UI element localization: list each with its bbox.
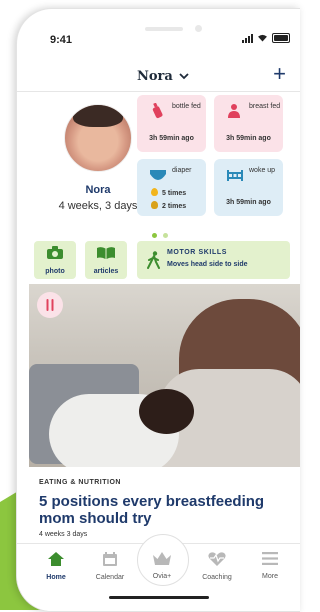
tile-label: woke up [249, 167, 276, 174]
tab-home-label: Home [46, 574, 66, 581]
diaper-counts: 5 times 2 times [151, 187, 186, 213]
home-icon [48, 552, 64, 566]
avatar [64, 104, 132, 172]
article-category: EATING & NUTRITION [39, 479, 121, 486]
breastfeeding-icon [228, 104, 240, 118]
tile-label: breast fed [249, 103, 281, 110]
menu-icon [262, 552, 278, 565]
tab-home[interactable]: Home [31, 552, 81, 581]
dirty-count-row: 2 times [151, 200, 186, 213]
tile-label: diaper [172, 167, 192, 174]
profile-age: 4 weeks, 3 days [58, 200, 138, 212]
milestone-title: MOTOR SKILLS [167, 249, 227, 256]
dirty-count: 2 times [162, 203, 187, 210]
status-bar: 9:41 [17, 9, 300, 57]
milestone-text: Moves head side to side [167, 261, 248, 268]
status-time: 9:41 [50, 34, 73, 46]
tab-coaching-label: Coaching [202, 574, 232, 581]
milestone-card[interactable]: MOTOR SKILLS Moves head side to side [137, 241, 290, 279]
tile-value: 3h 59min ago [226, 135, 271, 142]
tile-diaper[interactable]: diaper 5 times 2 times [137, 159, 206, 216]
tab-calendar-label: Calendar [95, 574, 125, 581]
tile-label: bottle fed [172, 103, 201, 110]
tile-woke-up[interactable]: woke up 3h 59min ago [214, 159, 283, 216]
camera-icon [47, 246, 63, 259]
tab-more[interactable]: More [245, 552, 295, 580]
article-title[interactable]: 5 positions every breastfeeding mom shou… [39, 493, 294, 527]
app-header: Nora + [17, 59, 300, 92]
tile-value: 3h 59min ago [149, 135, 194, 142]
tile-value: 3h 59min ago [226, 199, 271, 206]
carousel-dots[interactable] [152, 233, 168, 238]
tab-ovia-label: Ovia+ [152, 573, 172, 580]
crib-icon [227, 170, 243, 181]
wet-count-row: 5 times [151, 187, 186, 200]
tab-bar: Home Calendar Ovia+ Coaching More [17, 534, 300, 611]
baby-profile[interactable]: Nora 4 weeks, 3 days [45, 104, 151, 212]
carousel-dot-active[interactable] [152, 233, 157, 238]
category-utensils-icon[interactable] [37, 292, 63, 318]
crown-icon [153, 552, 171, 565]
articles-label: articles [93, 268, 119, 275]
dirty-icon [151, 201, 158, 209]
diaper-icon [150, 170, 166, 180]
chevron-down-icon [179, 73, 189, 80]
bottle-icon [152, 103, 163, 119]
add-button[interactable]: + [273, 63, 286, 85]
speaker-notch [145, 27, 183, 31]
wet-count: 5 times [162, 190, 187, 197]
tab-more-label: More [262, 573, 278, 580]
tab-coaching[interactable]: Coaching [192, 552, 242, 581]
baby-switcher-label: Nora [137, 69, 173, 84]
battery-icon [272, 33, 290, 43]
articles-button[interactable]: articles [85, 241, 127, 279]
phone-frame: 9:41 Nora + Nora 4 weeks, 3 days bottle … [16, 8, 300, 612]
heart-pulse-icon [208, 552, 226, 566]
article-age: 4 weeks 3 days [39, 531, 88, 538]
walking-figure-icon [147, 251, 160, 269]
tile-bottle-fed[interactable]: bottle fed 3h 59min ago [137, 95, 206, 152]
book-icon [97, 247, 115, 259]
home-indicator [109, 596, 209, 599]
tile-breast-fed[interactable]: breast fed 3h 59min ago [214, 95, 283, 152]
calendar-icon [103, 552, 117, 566]
profile-name: Nora [85, 184, 111, 196]
quick-actions: photo articles MOTOR SKILLS Moves head s… [29, 241, 290, 281]
photo-button[interactable]: photo [34, 241, 76, 279]
article-image[interactable] [29, 284, 300, 467]
tab-ovia-plus[interactable]: Ovia+ [137, 552, 187, 580]
baby-switcher[interactable]: Nora [137, 69, 189, 84]
status-icons [242, 33, 290, 43]
wet-drop-icon [151, 188, 158, 196]
tab-calendar[interactable]: Calendar [85, 552, 135, 581]
wifi-icon [258, 34, 267, 42]
fork-knife-icon [46, 299, 54, 311]
image-baby [139, 389, 194, 434]
camera-notch [195, 25, 202, 32]
carousel-dot[interactable] [163, 233, 168, 238]
signal-icon [242, 33, 253, 43]
photo-label: photo [45, 268, 65, 275]
